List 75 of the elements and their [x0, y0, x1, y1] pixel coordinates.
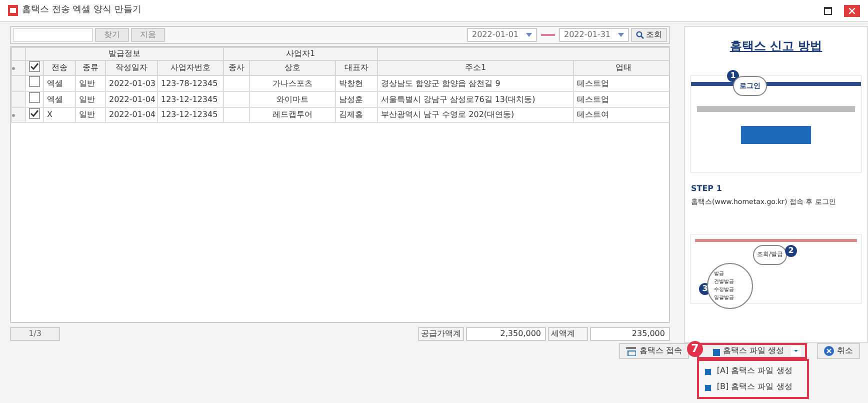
file-icon: [704, 368, 711, 374]
column-header: 종사: [228, 63, 245, 72]
checkbox[interactable]: [29, 76, 40, 87]
checkbox[interactable]: [29, 92, 40, 103]
table-cell: X: [47, 110, 52, 119]
guide-title: 홈택스 신고 방법: [730, 38, 822, 55]
step-title: STEP 1: [691, 183, 723, 195]
table-cell: 서울특별시 강남구 삼성로76길 13(대치동): [381, 94, 536, 104]
maximize-icon[interactable]: [824, 6, 832, 14]
table-cell: 123-12-12345: [161, 94, 218, 104]
group-header: 사업자1: [286, 49, 316, 58]
date-from-field[interactable]: 2022-01-01: [467, 28, 537, 42]
table-cell: 남성훈: [339, 94, 364, 104]
caret-icon: [526, 33, 532, 37]
table-cell: 테스트업: [577, 78, 610, 88]
search-icon: [636, 31, 644, 39]
total-field: 2,350,000: [466, 327, 546, 341]
search-field[interactable]: [13, 28, 93, 42]
table-cell: 2022-01-04: [109, 94, 156, 104]
generate-button[interactable]: 홈택스 파일 생성: [696, 343, 807, 359]
total-label: 세액계: [548, 327, 588, 341]
table-cell: 가나스포츠: [272, 78, 313, 88]
checkbox[interactable]: [29, 108, 40, 119]
column-header: 종류: [82, 63, 98, 72]
table-cell: 부산광역시 남구 수영로 202(대연동): [381, 110, 514, 119]
date-to-field[interactable]: 2022-01-31: [559, 28, 629, 42]
cancel-icon: [824, 346, 834, 356]
table-cell: 2022-01-04: [109, 110, 156, 119]
table-cell: 일반: [79, 78, 95, 88]
caret-icon: [618, 33, 624, 37]
file-icon: [712, 346, 720, 356]
checkbox[interactable]: [29, 61, 40, 72]
total-field: 235,000: [590, 327, 670, 341]
group-header: 발급정보: [108, 49, 141, 58]
table-cell: 레드캡투어: [272, 110, 313, 119]
table-cell: 경상남도 함양군 함양읍 삼천길 9: [381, 78, 500, 88]
table-cell: 123-78-12345: [161, 78, 218, 88]
table-cell: 테스트여: [577, 110, 610, 119]
cancel-button[interactable]: 취소: [817, 343, 860, 359]
table-cell: 박창현: [339, 78, 364, 88]
close-button[interactable]: [844, 4, 860, 16]
caret-icon: [791, 346, 801, 356]
window-title: 홈택스 전송 엑셀 양식 만들기: [22, 4, 142, 17]
table-cell: 김제홍: [339, 110, 364, 119]
menu-item[interactable]: [B] 홈택스 파일 생성: [698, 379, 807, 395]
table-cell: 일반: [79, 94, 95, 104]
table-cell: 123-12-12345: [161, 110, 218, 119]
table-cell: 테스트업: [577, 94, 610, 104]
table-cell: 엑셀: [47, 94, 63, 104]
login-button-drawing: [741, 126, 811, 144]
menu-item[interactable]: [A] 홈택스 파일 생성: [698, 363, 807, 379]
column-header: 전송: [52, 63, 68, 72]
table-cell: 엑셀: [47, 78, 63, 88]
column-header: 업태: [616, 63, 632, 72]
network-icon: [626, 346, 636, 356]
query-button[interactable]: 조회: [631, 28, 667, 42]
column-header: 상호: [284, 63, 301, 72]
number-badge: 2: [785, 244, 797, 256]
check-icon: [30, 109, 39, 118]
total-label: 공급가액계: [418, 327, 464, 341]
row-indicator-icon: [12, 114, 15, 116]
table-cell: 2022-01-03: [109, 78, 156, 88]
file-icon: [704, 384, 711, 390]
table-cell: 일반: [79, 110, 95, 119]
column-header: 작성일자: [116, 63, 148, 72]
column-header: 주소1: [464, 63, 486, 72]
close-icon: [849, 8, 855, 14]
app-icon: [8, 5, 18, 16]
column-header: 대표자: [344, 63, 369, 72]
table-cell: 와이마트: [276, 94, 309, 104]
check-icon: [30, 62, 39, 71]
page-indicator: 1/3: [10, 327, 60, 341]
row-indicator-icon: [12, 66, 15, 70]
column-header: 사업자번호: [170, 63, 211, 72]
connect-button[interactable]: 홈택스 접속: [619, 343, 689, 359]
